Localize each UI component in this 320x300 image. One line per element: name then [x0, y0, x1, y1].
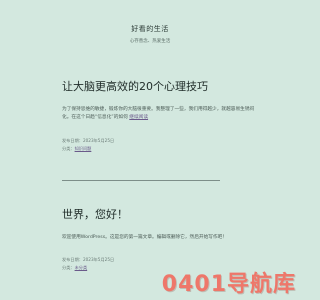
watermark-text: 0401导航库	[161, 272, 296, 297]
read-more-link[interactable]: 继续阅读	[129, 115, 148, 120]
post-title[interactable]: 让大脑更高效的20个心理技巧	[62, 80, 262, 94]
post-category-label: 分类：	[62, 265, 75, 271]
post-title[interactable]: 世界，您好！	[62, 208, 262, 222]
site-title[interactable]: 好看的生活	[0, 24, 300, 34]
post-date-label: 发布日期：	[62, 137, 83, 143]
post-article: 让大脑更高效的20个心理技巧 为了保持思维的敏捷，锻炼你的大脑很重要。我整理了一…	[62, 80, 262, 153]
post-excerpt-text: 欢迎使用WordPress。这是您的第一篇文章。编辑或删除它，然后开始写作吧！	[62, 234, 228, 240]
post-article: 世界，您好！ 欢迎使用WordPress。这是您的第一篇文章。编辑或删除它，然后…	[62, 208, 262, 272]
post-excerpt-text: 为了保持思维的敏捷，锻炼你的大脑很重要。我整理了一些，我们用得越少，就越容易生锈…	[62, 106, 255, 121]
post-date[interactable]: 2023年5月25日	[83, 138, 114, 143]
watermark-logo: 0401导航库	[162, 266, 296, 298]
post-category-label: 分类：	[62, 145, 75, 151]
post-category-row: 分类：知识问题	[62, 145, 262, 153]
post-excerpt: 欢迎使用WordPress。这是您的第一篇文章。编辑或删除它，然后开始写作吧！	[62, 234, 262, 243]
post-date-row: 发布日期：2023年5月25日	[62, 137, 262, 145]
post-excerpt: 为了保持思维的敏捷，锻炼你的大脑很重要。我整理了一些，我们用得越少，就越容易生锈…	[62, 106, 262, 123]
post-divider	[62, 180, 220, 181]
site-header: 好看的生活 心存善念、热爱生活	[0, 24, 300, 44]
post-category-link[interactable]: 未分类	[75, 265, 88, 270]
site-tagline: 心存善念、热爱生活	[129, 39, 171, 44]
post-date-label: 发布日期：	[62, 257, 83, 263]
post-meta: 发布日期：2023年5月25日 分类：知识问题	[62, 137, 262, 153]
post-category-link[interactable]: 知识问题	[75, 146, 92, 151]
post-date[interactable]: 2023年5月25日	[83, 257, 114, 262]
post-date-row: 发布日期：2023年5月25日	[62, 256, 262, 264]
